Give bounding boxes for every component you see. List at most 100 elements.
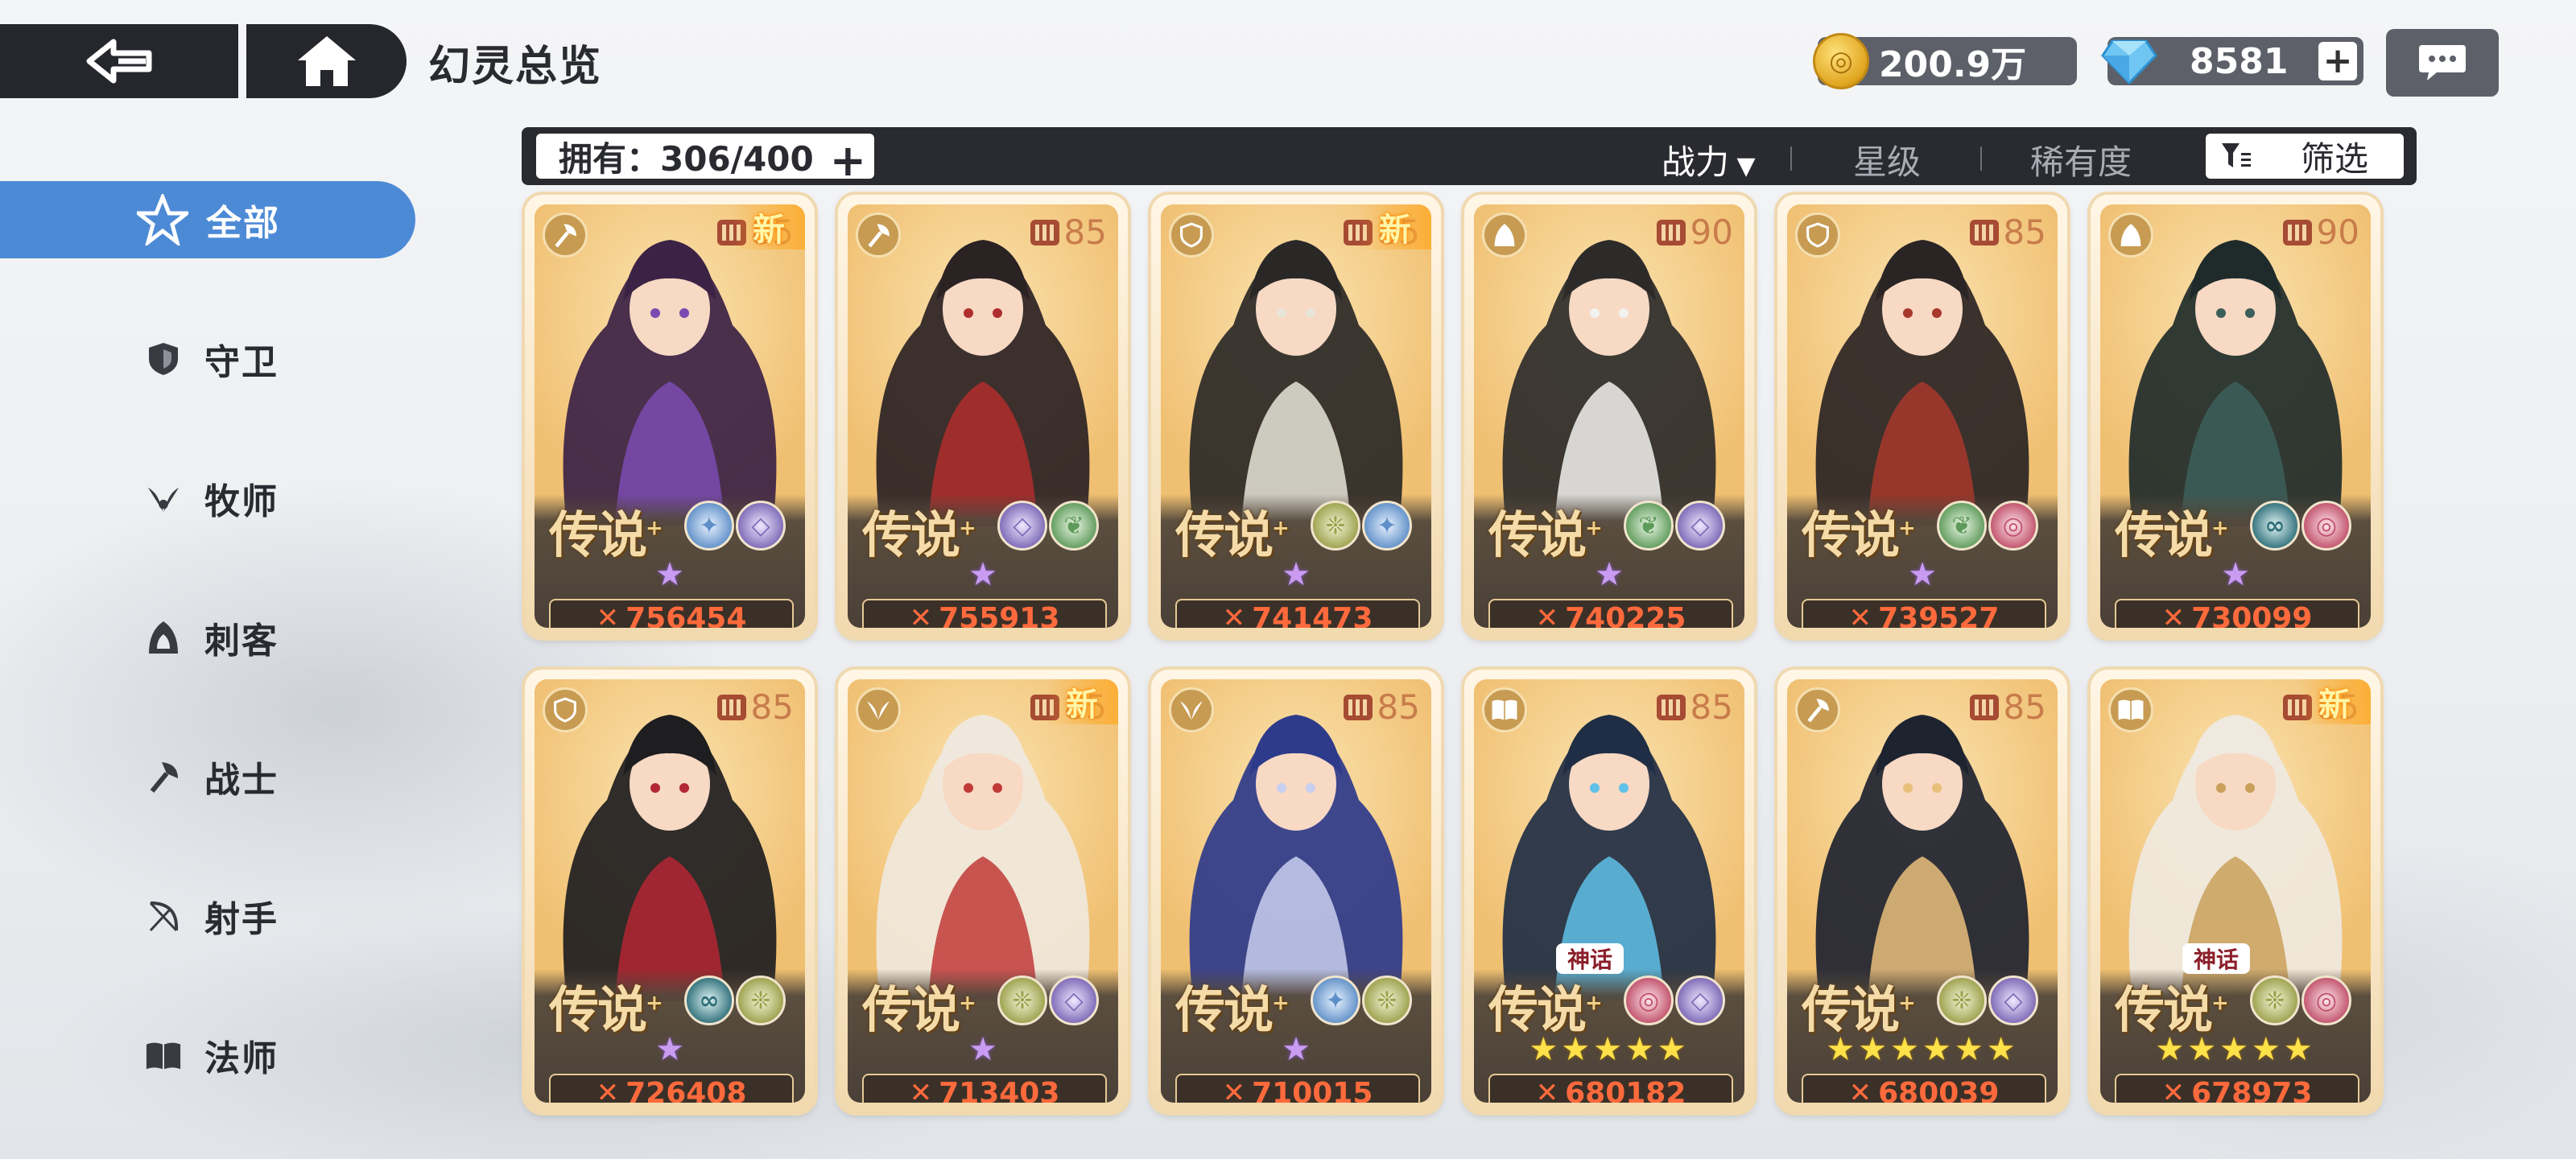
card-frame: 90 传说+ ∞ ◎ ★ ✕ 730099 (2100, 204, 2371, 628)
hero-card[interactable]: 90 传说+ ❦ ◇ ★ ✕ 740225 (1464, 195, 1754, 637)
rarity-text: 传说 (1488, 505, 1587, 564)
rarity-plus-icon: + (646, 991, 663, 1016)
home-icon (297, 36, 356, 86)
hero-level-value: 85 (2003, 687, 2046, 727)
rarity-plus-icon: + (1272, 516, 1290, 541)
expand-slots-plus-icon[interactable]: + (830, 135, 866, 186)
combat-power: ✕ 756454 (549, 599, 794, 628)
sidebar-item-label: 牧师 (204, 481, 279, 522)
star-rating: ★ (968, 556, 997, 593)
filter-button[interactable]: 筛选 (2206, 134, 2404, 179)
star-rating: ★ (968, 1031, 997, 1068)
sidebar-item-archer[interactable]: 射手 (0, 877, 415, 955)
combat-power-value: 678973 (2191, 1076, 2313, 1103)
crossed-swords-icon: ✕ (909, 1077, 933, 1103)
rarity-label: 传说+ (2115, 494, 2229, 567)
hero-card[interactable]: 85 传说+ ◇ ❦ ★ ✕ 755913 (838, 195, 1128, 637)
sidebar-item-all[interactable]: 全部 (0, 181, 415, 258)
rarity-text: 传说 (2115, 505, 2213, 564)
crossed-swords-icon: ✕ (1848, 602, 1872, 628)
hero-card[interactable]: 85 传说+ ✦ ❈ ★ ✕ 710015 (1151, 670, 1441, 1112)
hero-card[interactable]: 85 新 传说+ ✦◇ ★ ✕ 756454 (525, 195, 815, 637)
combat-power-value: 739527 (1878, 601, 2000, 629)
dropdown-triangle-icon: ▼ (1729, 152, 1756, 180)
sidebar-item-priest[interactable]: 牧师 (0, 460, 415, 537)
combat-power-value: 680039 (1878, 1076, 2000, 1103)
chat-button[interactable] (2386, 29, 2499, 97)
card-frame: 85 新 传说+ ❈✦ ★ ✕ 741473 (1161, 204, 1431, 628)
sidebar-item-warrior[interactable]: 战士 (0, 738, 415, 815)
combat-power: ✕ 755913 (862, 599, 1107, 628)
combat-power: ✕ 680182 (1488, 1074, 1733, 1103)
ring-element-icon: ∞ (2250, 501, 2300, 551)
rarity-plus-icon: + (2211, 516, 2229, 541)
hero-card[interactable]: 85 新 传说+ ❈✦ ★ ✕ 741473 (1151, 195, 1441, 637)
hero-level: 85 (1969, 687, 2046, 727)
wings-element-icon: ❈ (997, 975, 1047, 1025)
filter-funnel-icon (2222, 143, 2251, 167)
hero-level: 90 (2282, 212, 2359, 252)
crossed-swords-icon: ✕ (596, 602, 620, 628)
card-frame: 90 传说+ ❦ ◇ ★ ✕ 740225 (1474, 204, 1744, 628)
owned-count-label: 拥有：306/400 (559, 138, 814, 179)
combat-power-value: 730099 (2191, 601, 2313, 629)
level-bars-icon (1030, 219, 1059, 245)
wings-element-icon: ❈ (736, 975, 786, 1025)
leaf-element-icon: ❦ (1937, 501, 1987, 551)
axe-class-icon (856, 212, 901, 258)
spiral-element-icon: ◎ (2301, 975, 2351, 1025)
rarity-text: 传说 (549, 505, 647, 564)
void-element-icon: ◇ (736, 501, 786, 551)
crossed-swords-icon: ✕ (2161, 1077, 2186, 1103)
hero-card[interactable]: 85 新 传说+ ❈◇ ★ ✕ 713403 (838, 670, 1128, 1112)
hero-card[interactable]: 85 传说+ ∞ ❈ ★ ✕ 726408 (525, 670, 815, 1112)
book-class-icon (1482, 687, 1527, 732)
combat-power: ✕ 680039 (1802, 1074, 2046, 1103)
gold-currency[interactable]: ◎ 200.9万 (1813, 33, 2077, 89)
spiral-element-icon: ◎ (2301, 501, 2351, 551)
back-button[interactable] (0, 24, 238, 98)
sidebar-item-guard[interactable]: 守卫 (0, 320, 415, 398)
wings-class-icon (1169, 687, 1214, 732)
axe-class-icon (1795, 687, 1840, 732)
void-element-icon: ◇ (997, 501, 1047, 551)
hero-card[interactable]: 85 新 神话 传说+ ❈◎ ★★★★★ ✕ 678973 (2091, 670, 2380, 1112)
spiral-element-icon: ◎ (1988, 501, 2038, 551)
sort-power-button[interactable]: 战力 ▼ (1662, 135, 1756, 184)
combat-power: ✕ 726408 (549, 1074, 794, 1103)
sidebar-item-mage[interactable]: 法师 (0, 1017, 415, 1094)
hero-level-value: 85 (1063, 212, 1107, 252)
level-bars-icon (1343, 694, 1373, 720)
new-badge: 新 (733, 204, 805, 250)
sidebar-item-label: 全部 (206, 203, 280, 244)
ice-element-icon: ✦ (1362, 501, 1412, 551)
level-bars-icon (1969, 694, 1999, 720)
sort-stars-button[interactable]: 星级 (1853, 135, 1921, 184)
sidebar-item-assassin[interactable]: 刺客 (0, 599, 415, 676)
hero-level: 85 (1969, 212, 2046, 252)
owned-count-box[interactable]: 拥有：306/400 + (536, 134, 874, 186)
card-frame: 85 传说+ ✦ ❈ ★ ✕ 710015 (1161, 679, 1431, 1103)
home-button[interactable] (246, 24, 407, 98)
sort-rarity-button[interactable]: 稀有度 (2030, 135, 2132, 184)
wings-element-icon: ❈ (1362, 975, 1412, 1025)
gold-coin-icon: ◎ (1813, 33, 1869, 89)
rarity-label: 传说+ (549, 969, 663, 1041)
combat-power-value: 740225 (1565, 601, 1686, 629)
combat-power: ✕ 730099 (2115, 599, 2359, 628)
hero-card[interactable]: 85 传说+ ❈ ◇ ★★★★★★ ✕ 680039 (1777, 670, 2067, 1112)
rarity-label: 传说+ (862, 494, 976, 567)
rarity-label: 传说+ (1175, 969, 1290, 1041)
hero-level: 85 (1656, 687, 1733, 727)
combat-power: ✕ 678973 (2115, 1074, 2359, 1103)
add-gems-button[interactable]: + (2318, 42, 2357, 80)
hero-card[interactable]: 85 传说+ ❦ ◎ ★ ✕ 739527 (1777, 195, 2067, 637)
combat-power-value: 713403 (939, 1076, 1060, 1103)
hero-card[interactable]: 90 传说+ ∞ ◎ ★ ✕ 730099 (2091, 195, 2380, 637)
sidebar-item-label: 射手 (204, 899, 279, 940)
void-element-icon: ◇ (1049, 975, 1099, 1025)
hero-level: 85 (1343, 687, 1420, 727)
gem-amount: 8581 (2190, 40, 2289, 82)
hero-card[interactable]: 85 神话 传说+ ◎ ◇ ★★★★★ ✕ 680182 (1464, 670, 1754, 1112)
hero-level-value: 85 (750, 687, 794, 727)
